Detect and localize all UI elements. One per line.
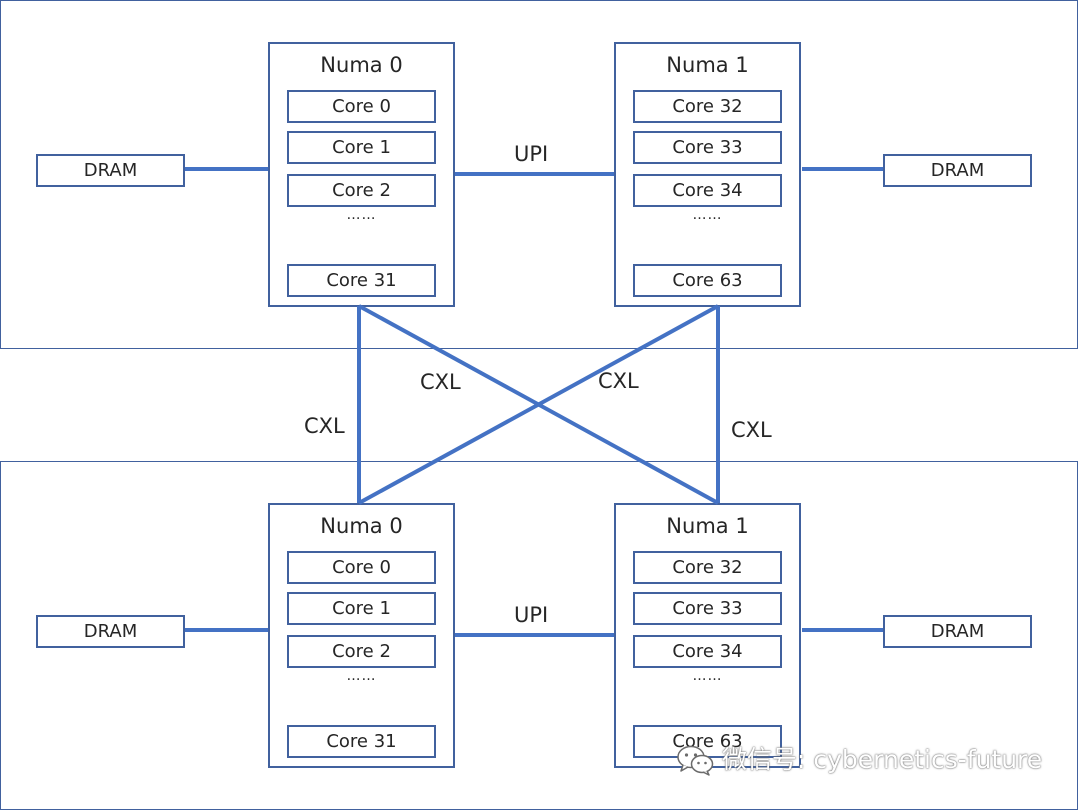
- cxl-links: [357, 304, 720, 505]
- wechat-icon: [677, 745, 714, 776]
- watermark: 微信号: cybernetics-future: [676, 742, 1042, 778]
- cxl-label-diag-up: CXL: [598, 369, 639, 393]
- cxl-label-left-vertical: CXL: [304, 414, 345, 438]
- cxl-label-diag-down: CXL: [420, 370, 461, 394]
- watermark-text: 微信号: cybernetics-future: [722, 745, 1043, 774]
- cxl-label-right-vertical: CXL: [731, 418, 772, 442]
